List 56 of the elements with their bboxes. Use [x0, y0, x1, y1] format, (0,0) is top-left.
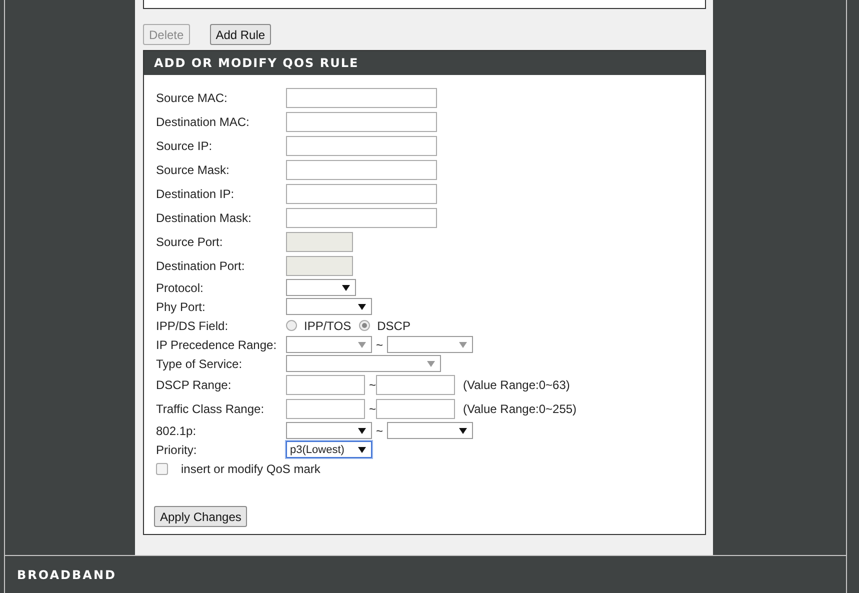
- section-header: ADD OR MODIFY QOS RULE: [144, 51, 705, 75]
- field-label: Source Port:: [156, 235, 224, 249]
- field-label: Source Mask:: [156, 163, 230, 177]
- radio-button[interactable]: [359, 320, 370, 331]
- radio-label: DSCP: [377, 318, 410, 332]
- add-rule-button[interactable]: Add Rule: [210, 24, 272, 45]
- dropdown-arrow-icon: [342, 284, 350, 290]
- field-label: Traffic Class Range:: [156, 402, 266, 416]
- dropdown-arrow-icon: [459, 428, 468, 434]
- radio-label: IPP/TOS: [304, 318, 352, 332]
- input-field[interactable]: [286, 375, 365, 395]
- range-hint: (Value Range:0~255): [463, 402, 577, 416]
- dropdown[interactable]: p3(Lowest): [286, 441, 372, 458]
- dropdown[interactable]: [387, 422, 474, 439]
- checkbox[interactable]: [156, 462, 168, 474]
- field-label: Destination Mask:: [156, 211, 252, 225]
- field-label: Protocol:: [156, 280, 204, 294]
- input-field[interactable]: [286, 399, 365, 419]
- input-field[interactable]: [286, 160, 437, 180]
- input-field[interactable]: [376, 399, 456, 419]
- dropdown-arrow-icon: [358, 304, 366, 310]
- radio-button[interactable]: [286, 320, 297, 331]
- field-label: Type of Service:: [156, 356, 244, 370]
- field-label: Destination IP:: [156, 187, 236, 201]
- field-label: Priority:: [156, 442, 198, 456]
- range-separator: ~: [369, 378, 376, 392]
- dropdown-arrow-icon: [358, 428, 366, 434]
- field-label: 802.1p:: [156, 424, 198, 438]
- dropdown[interactable]: [286, 422, 372, 439]
- field-label: Phy Port:: [156, 300, 206, 314]
- range-hint: (Value Range:0~63): [463, 378, 570, 392]
- field-label: Destination Port:: [156, 259, 246, 273]
- range-separator: ~: [376, 338, 384, 352]
- field-label: DSCP Range:: [156, 378, 232, 392]
- brand-logo: BROADBAND: [17, 568, 116, 582]
- input-field[interactable]: [286, 112, 437, 132]
- checkbox-label: insert or modify QoS mark: [181, 462, 320, 476]
- field-label: IPP/DS Field:: [156, 318, 230, 332]
- input-field[interactable]: [376, 375, 456, 395]
- range-separator: ~: [369, 402, 376, 416]
- input-field[interactable]: [286, 88, 437, 108]
- apply-changes-button[interactable]: Apply Changes: [154, 506, 248, 527]
- range-separator: ~: [376, 424, 384, 438]
- dropdown[interactable]: [286, 279, 356, 296]
- dropdown-arrow-icon: [358, 446, 366, 452]
- dropdown-arrow-icon: [358, 342, 366, 348]
- field-label: Source MAC:: [156, 91, 228, 105]
- dropdown[interactable]: [286, 298, 372, 315]
- field-label: Source IP:: [156, 139, 214, 153]
- field-label: IP Precedence Range:: [156, 338, 278, 352]
- input-field[interactable]: [286, 184, 437, 204]
- dropdown-arrow-icon: [459, 342, 468, 348]
- input-field[interactable]: [286, 208, 437, 228]
- input-field[interactable]: [286, 136, 437, 156]
- dropdown-arrow-icon: [427, 360, 435, 366]
- field-label: Destination MAC:: [156, 115, 250, 129]
